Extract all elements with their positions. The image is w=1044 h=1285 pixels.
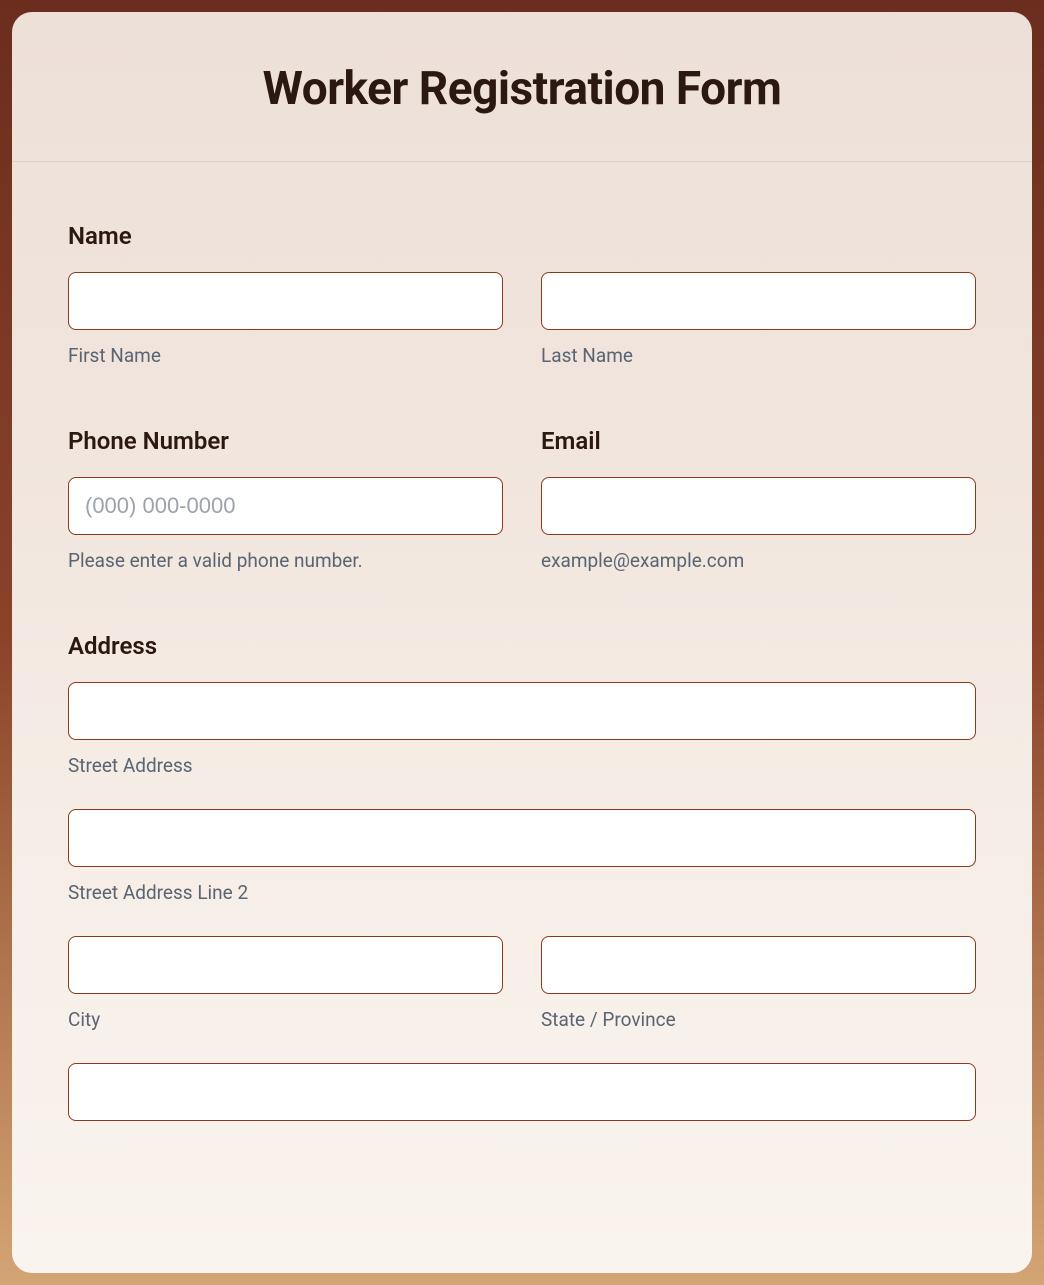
- contact-row: Phone Number Please enter a valid phone …: [68, 427, 976, 572]
- email-label: Email: [541, 427, 976, 455]
- address-label: Address: [68, 632, 976, 660]
- phone-sublabel: Please enter a valid phone number.: [68, 549, 503, 572]
- first-name-input[interactable]: [68, 272, 503, 330]
- contact-section: Phone Number Please enter a valid phone …: [68, 427, 976, 572]
- city-input[interactable]: [68, 936, 503, 994]
- email-col: Email example@example.com: [541, 427, 976, 572]
- street-input[interactable]: [68, 682, 976, 740]
- city-col: City: [68, 936, 503, 1031]
- first-name-sublabel: First Name: [68, 344, 503, 367]
- street-row: Street Address: [68, 682, 976, 777]
- state-input[interactable]: [541, 936, 976, 994]
- zip-row: [68, 1063, 976, 1121]
- state-col: State / Province: [541, 936, 976, 1031]
- email-input[interactable]: [541, 477, 976, 535]
- name-section: Name First Name Last Name: [68, 222, 976, 367]
- phone-label: Phone Number: [68, 427, 503, 455]
- last-name-col: Last Name: [541, 272, 976, 367]
- city-state-row: City State / Province: [68, 936, 976, 1031]
- street2-sublabel: Street Address Line 2: [68, 881, 976, 904]
- address-section: Address Street Address Street Address Li…: [68, 632, 976, 1121]
- email-sublabel: example@example.com: [541, 549, 976, 572]
- last-name-input[interactable]: [541, 272, 976, 330]
- name-label: Name: [68, 222, 976, 250]
- form-card: Worker Registration Form Name First Name…: [12, 12, 1032, 1273]
- first-name-col: First Name: [68, 272, 503, 367]
- street-sublabel: Street Address: [68, 754, 976, 777]
- city-sublabel: City: [68, 1008, 503, 1031]
- phone-input[interactable]: [68, 477, 503, 535]
- name-row: First Name Last Name: [68, 272, 976, 367]
- last-name-sublabel: Last Name: [541, 344, 976, 367]
- zip-input[interactable]: [68, 1063, 976, 1121]
- phone-col: Phone Number Please enter a valid phone …: [68, 427, 503, 572]
- form-title: Worker Registration Form: [32, 62, 1012, 116]
- form-body: Name First Name Last Name Phone Number P…: [12, 162, 1032, 1221]
- form-header: Worker Registration Form: [12, 12, 1032, 162]
- street2-row: Street Address Line 2: [68, 809, 976, 904]
- street2-input[interactable]: [68, 809, 976, 867]
- state-sublabel: State / Province: [541, 1008, 976, 1031]
